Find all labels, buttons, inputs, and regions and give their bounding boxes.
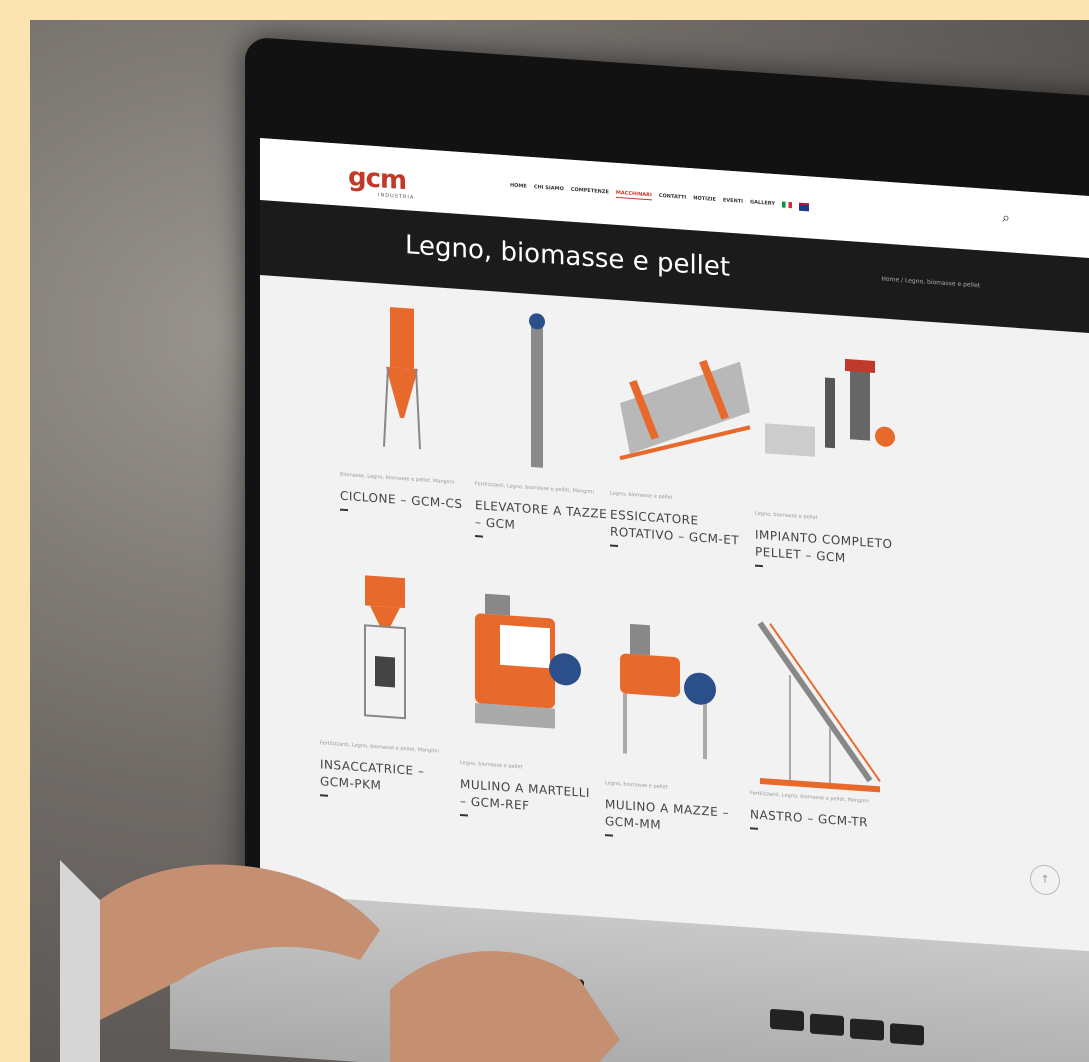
breadcrumb[interactable]: Home / Legno, biomasse e pellet: [881, 275, 980, 289]
product-category[interactable]: Legno, biomasse e pellet: [605, 780, 745, 796]
product-title[interactable]: INSACCATRICE – GCM-PKM: [320, 756, 460, 800]
arrow-up-icon: ↑: [1040, 872, 1050, 887]
page-title: Legno, biomasse e pellet: [405, 230, 731, 283]
menu-item-gallery[interactable]: GALLERY: [750, 199, 775, 209]
product-image[interactable]: [475, 303, 595, 481]
menu-item-home[interactable]: HOME: [510, 182, 527, 191]
search-icon[interactable]: ⌕: [1002, 210, 1010, 227]
keyboard-key: [810, 1013, 844, 1036]
keyboard-key: [890, 1023, 924, 1046]
bagging-machine-image: [364, 575, 406, 720]
product-image[interactable]: [460, 582, 590, 761]
product-image[interactable]: [320, 562, 440, 740]
product-card[interactable]: Fertilizzanti, Legno, biomasse e pellet,…: [320, 562, 460, 806]
product-card[interactable]: Biomasse, Legno, biomasse e pellet, Mang…: [340, 294, 480, 521]
product-image[interactable]: [750, 612, 890, 793]
impact-mill-image: [620, 623, 716, 760]
uk-flag-icon[interactable]: [799, 202, 810, 212]
conveyor-image: [757, 621, 881, 793]
divider: [610, 544, 618, 548]
product-title[interactable]: CICLONE – GCM-CS: [340, 488, 480, 515]
product-card[interactable]: Legno, biomasse e pellet IMPIANTO COMPLE…: [755, 333, 895, 577]
product-category[interactable]: Legno, biomasse e pellet: [610, 490, 750, 506]
italian-flag-icon[interactable]: [782, 201, 793, 209]
product-title[interactable]: ELEVATORE A TAZZE – GCM: [475, 497, 615, 541]
menu-item-contatti[interactable]: CONTATTI: [659, 193, 686, 203]
product-card[interactable]: Legno, biomasse e pellet ESSICCATORE ROT…: [610, 312, 751, 556]
product-card[interactable]: Legno, biomasse e pellet MULINO A MARTEL…: [460, 582, 600, 826]
product-title[interactable]: ESSICCATORE ROTATIVO – GCM-ET: [610, 506, 750, 550]
product-title[interactable]: IMPIANTO COMPLETO PELLET – GCM: [755, 527, 895, 571]
divider: [460, 813, 468, 817]
product-image[interactable]: [610, 312, 760, 492]
product-card[interactable]: Fertilizzanti, Legno, biomasse e pellet,…: [475, 303, 615, 547]
menu-item-notizie[interactable]: NOTIZIE: [693, 195, 716, 205]
scroll-to-top-button[interactable]: ↑: [1030, 863, 1060, 896]
typing-hands: [60, 860, 620, 1062]
product-title[interactable]: MULINO A MARTELLI – GCM-REF: [460, 776, 600, 820]
menu-item-chi-siamo[interactable]: CHI SIAMO: [534, 184, 564, 194]
product-card[interactable]: Fertilizzanti, Legno, biomasse e pellet,…: [750, 612, 890, 839]
product-image[interactable]: [605, 602, 735, 781]
product-image[interactable]: [340, 294, 460, 472]
product-category[interactable]: Legno, biomasse e pellet: [755, 511, 895, 527]
divider: [340, 508, 348, 512]
site-logo-subtitle: INDUSTRIA: [378, 192, 415, 201]
photo-background: gcm INDUSTRIA HOME CHI SIAMO COMPETENZE …: [30, 20, 1089, 1062]
product-category[interactable]: Legno, biomasse e pellet: [460, 760, 600, 776]
menu-item-eventi[interactable]: EVENTI: [723, 197, 743, 206]
main-menu: HOME CHI SIAMO COMPETENZE MACCHINARI CON…: [510, 182, 810, 212]
pellet-plant-image: [765, 358, 895, 457]
product-card[interactable]: Legno, biomasse e pellet MULINO A MAZZE …: [605, 602, 745, 846]
divider: [755, 564, 763, 568]
site-logo[interactable]: gcm: [348, 162, 406, 196]
keyboard-key: [850, 1018, 884, 1041]
rotary-dryer-image: [619, 359, 751, 461]
menu-item-competenze[interactable]: COMPETENZE: [571, 187, 609, 198]
cyclone-image: [383, 307, 421, 450]
menu-item-macchinari[interactable]: MACCHINARI: [615, 189, 652, 201]
product-image[interactable]: [755, 333, 905, 513]
product-category[interactable]: Fertilizzanti, Legno, biomasse e pellet,…: [475, 481, 615, 497]
product-category[interactable]: Biomasse, Legno, biomasse e pellet, Mang…: [340, 472, 480, 488]
divider: [320, 794, 328, 797]
bucket-elevator-image: [529, 313, 545, 468]
product-category[interactable]: Fertilizzanti, Legno, biomasse e pellet,…: [320, 740, 460, 756]
divider: [475, 535, 483, 538]
hammer-mill-image: [475, 593, 581, 729]
keyboard-key: [770, 1008, 804, 1032]
